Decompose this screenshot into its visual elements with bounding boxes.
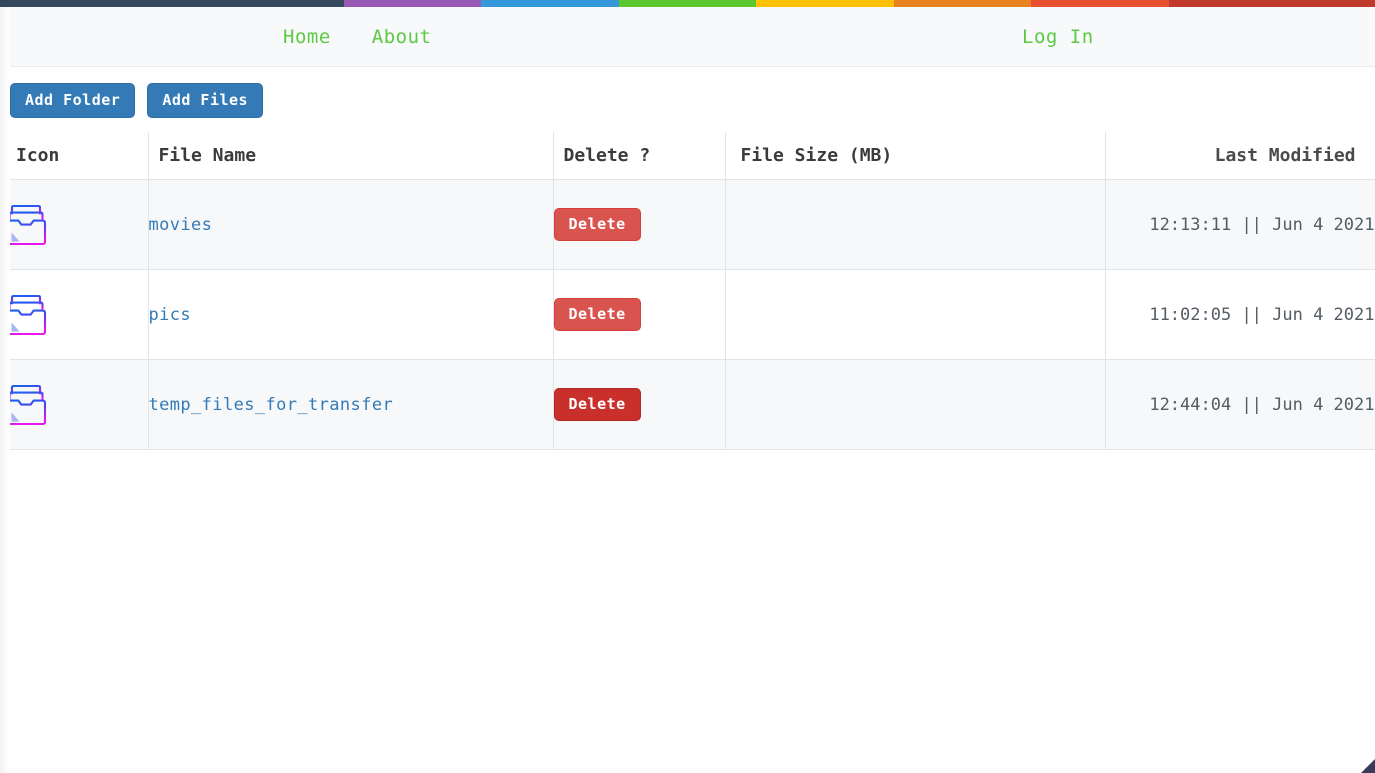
cell-delete: Delete bbox=[553, 269, 726, 360]
file-name-link[interactable]: temp_files_for_transfer bbox=[149, 395, 394, 415]
navbar-right: Log In bbox=[1022, 26, 1094, 48]
stripe-segment-7 bbox=[1031, 0, 1169, 7]
table-row: movies Delete 12:13:11 || Jun 4 2021 bbox=[0, 179, 1375, 270]
column-header-file-name: File Name bbox=[148, 131, 554, 180]
folder-archive-icon bbox=[0, 199, 148, 251]
delete-button[interactable]: Delete bbox=[553, 208, 641, 241]
cell-file-name: temp_files_for_transfer bbox=[148, 359, 554, 450]
table-header-row: Icon File Name Delete ? File Size (MB) L… bbox=[0, 131, 1375, 180]
stripe-segment-8 bbox=[1168, 0, 1375, 7]
table-row: temp_files_for_transfer Delete 12:44:04 … bbox=[0, 359, 1375, 450]
add-files-button[interactable]: Add Files bbox=[147, 83, 264, 118]
column-header-last-modified: Last Modified bbox=[1105, 131, 1375, 180]
page-root: Home About Log In Add Folder Add Files I… bbox=[0, 0, 1375, 773]
column-header-icon: Icon bbox=[0, 131, 149, 180]
cell-file-size bbox=[725, 269, 1106, 360]
folder-archive-icon bbox=[0, 289, 148, 341]
cell-delete: Delete bbox=[553, 359, 726, 450]
stripe-segment-6 bbox=[893, 0, 1032, 7]
column-header-delete: Delete ? bbox=[553, 131, 726, 180]
delete-button[interactable]: Delete bbox=[553, 388, 641, 421]
file-table-head: Icon File Name Delete ? File Size (MB) L… bbox=[0, 131, 1375, 180]
table-row: pics Delete 11:02:05 || Jun 4 2021 bbox=[0, 269, 1375, 360]
delete-button[interactable]: Delete bbox=[553, 298, 641, 331]
cell-icon bbox=[0, 269, 149, 360]
column-header-file-size: File Size (MB) bbox=[725, 131, 1106, 180]
folder-archive-icon bbox=[0, 379, 148, 431]
stripe-segment-5 bbox=[756, 0, 894, 7]
window-resize-grip[interactable] bbox=[1359, 757, 1375, 773]
cell-file-name: pics bbox=[148, 269, 554, 360]
nav-link-about[interactable]: About bbox=[372, 26, 432, 48]
file-name-link[interactable]: movies bbox=[149, 215, 213, 235]
cell-file-size bbox=[725, 359, 1106, 450]
toolbar: Add Folder Add Files bbox=[0, 67, 1375, 132]
cell-icon bbox=[0, 359, 149, 450]
stripe-segment-1 bbox=[0, 0, 344, 7]
stripe-segment-2 bbox=[343, 0, 482, 7]
navbar-left-links: Home About bbox=[283, 26, 431, 48]
file-name-link[interactable]: pics bbox=[149, 305, 192, 325]
cell-last-modified: 11:02:05 || Jun 4 2021 bbox=[1105, 269, 1375, 360]
file-table-container: Icon File Name Delete ? File Size (MB) L… bbox=[0, 131, 1375, 450]
file-table-body: movies Delete 12:13:11 || Jun 4 2021 pic… bbox=[0, 179, 1375, 450]
cell-icon bbox=[0, 179, 149, 270]
navbar: Home About Log In bbox=[0, 7, 1375, 67]
add-folder-button[interactable]: Add Folder bbox=[10, 83, 136, 118]
top-color-stripe bbox=[0, 0, 1375, 7]
cell-delete: Delete bbox=[553, 179, 726, 270]
stripe-segment-4 bbox=[618, 0, 757, 7]
stripe-segment-3 bbox=[481, 0, 619, 7]
cell-file-size bbox=[725, 179, 1106, 270]
cell-file-name: movies bbox=[148, 179, 554, 270]
nav-link-login[interactable]: Log In bbox=[1022, 26, 1094, 48]
file-table: Icon File Name Delete ? File Size (MB) L… bbox=[0, 131, 1375, 450]
cell-last-modified: 12:13:11 || Jun 4 2021 bbox=[1105, 179, 1375, 270]
cell-last-modified: 12:44:04 || Jun 4 2021 bbox=[1105, 359, 1375, 450]
nav-link-home[interactable]: Home bbox=[283, 26, 331, 48]
